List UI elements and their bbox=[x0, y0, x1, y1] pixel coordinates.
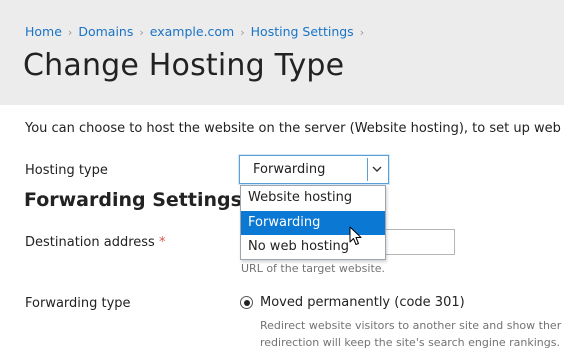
hosting-type-label: Hosting type bbox=[25, 163, 108, 178]
destination-address-input[interactable] bbox=[384, 229, 455, 255]
chevron-right-icon: › bbox=[67, 26, 73, 39]
destination-address-hint: URL of the target website. bbox=[241, 262, 386, 275]
breadcrumb-home-link[interactable]: Home bbox=[25, 24, 62, 39]
chevron-right-icon: › bbox=[240, 26, 245, 39]
page-header: Home › Domains › example.com › Hosting Setting… bbox=[0, 0, 564, 105]
hosting-option-website-hosting[interactable]: Website hosting bbox=[241, 186, 385, 211]
hosting-option-forwarding[interactable]: Forwarding bbox=[241, 210, 385, 235]
moved-permanently-radio-label[interactable]: Moved permanently (code 301) bbox=[260, 295, 465, 310]
mouse-cursor-icon bbox=[349, 226, 362, 245]
chevron-down-icon[interactable] bbox=[367, 158, 385, 181]
forwarding-type-label: Forwarding type bbox=[25, 296, 131, 311]
breadcrumb-domains-link[interactable]: Domains bbox=[78, 24, 133, 39]
breadcrumb: Home › Domains › example.com › Hosting Setting… bbox=[25, 24, 370, 39]
intro-text: You can choose to host the website on th… bbox=[25, 121, 564, 136]
forwarding-settings-heading: Forwarding Settings bbox=[24, 189, 242, 211]
destination-address-label-text: Destination address bbox=[25, 235, 155, 250]
breadcrumb-domain-link[interactable]: example.com bbox=[150, 24, 234, 39]
forwarding-type-description-line-1: Redirect website visitors to another sit… bbox=[260, 319, 562, 332]
destination-address-label: Destination address * bbox=[25, 235, 165, 250]
hosting-type-dropdown-list[interactable]: Website hosting Forwarding No web hostin… bbox=[240, 185, 386, 260]
chevron-right-icon: › bbox=[359, 26, 365, 39]
forwarding-type-description-line-2: redirection will keep the site's search … bbox=[260, 336, 560, 349]
breadcrumb-hosting-settings-link[interactable]: Hosting Settings bbox=[251, 24, 354, 39]
required-mark: * bbox=[158, 235, 166, 250]
page-title: Change Hosting Type bbox=[23, 48, 345, 83]
hosting-type-selected-value: Forwarding bbox=[253, 162, 326, 177]
chevron-right-icon: › bbox=[139, 26, 144, 39]
moved-permanently-radio[interactable] bbox=[240, 296, 253, 309]
hosting-option-no-web-hosting[interactable]: No web hosting bbox=[241, 235, 385, 260]
hosting-type-select[interactable]: Forwarding bbox=[239, 155, 389, 184]
